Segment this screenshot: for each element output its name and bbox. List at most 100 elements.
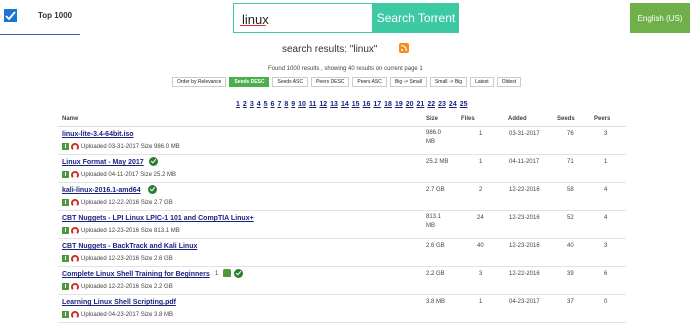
seeds-cell: 71 xyxy=(567,159,574,165)
files-cell: 40 xyxy=(477,243,484,249)
magnet-icon[interactable] xyxy=(71,198,79,207)
rss-icon[interactable] xyxy=(399,43,409,53)
torrent-title-link[interactable]: linux-lite-3.4-64bit.iso xyxy=(62,131,134,138)
magnet-icon[interactable] xyxy=(71,254,79,263)
page-link-21[interactable]: 21 xyxy=(417,101,425,108)
page-link-9[interactable]: 9 xyxy=(291,101,295,108)
files-cell: 1 xyxy=(479,299,483,305)
torrent-title-link[interactable]: Complete Linux Shell Training for Beginn… xyxy=(62,271,210,278)
search-torrent-button[interactable]: Search Torrent xyxy=(373,3,459,33)
size-cell: 3.8 MB xyxy=(426,299,446,305)
page-link-4[interactable]: 4 xyxy=(257,101,261,108)
peers-cell: 4 xyxy=(604,215,608,221)
seeds-cell: 39 xyxy=(567,271,574,277)
magnet-icon[interactable] xyxy=(71,170,79,179)
upload-info: Uploaded 03-31-2017 Size 986.0 MB xyxy=(81,143,180,150)
page-link-8[interactable]: 8 xyxy=(284,101,288,108)
size-cell: 2.7 GB xyxy=(426,187,445,193)
magnet-icon[interactable] xyxy=(71,226,79,235)
page-link-18[interactable]: 18 xyxy=(384,101,392,108)
download-icon[interactable] xyxy=(62,311,69,318)
sort-seeds-desc-button[interactable]: Seeds DESC xyxy=(229,77,270,87)
page-link-12[interactable]: 12 xyxy=(319,101,327,108)
seeds-cell: 58 xyxy=(567,187,574,193)
sort-big-small-button[interactable]: Big -> Small xyxy=(389,77,427,87)
download-icon[interactable] xyxy=(62,143,69,150)
download-icon[interactable] xyxy=(62,199,69,206)
added-cell: 03-31-2017 xyxy=(509,131,540,137)
sort-peers-desc-button[interactable]: Peers DESC xyxy=(311,77,350,87)
peers-cell: 3 xyxy=(604,131,608,137)
col-seeds-header: Seeds xyxy=(557,116,575,122)
peers-cell: 6 xyxy=(604,271,608,277)
page-link-10[interactable]: 10 xyxy=(298,101,306,108)
sort-relevance-button[interactable]: Order by Relevance xyxy=(172,77,227,87)
magnet-icon[interactable] xyxy=(71,142,79,151)
table-row: Linux Format - May 2017 Uploaded 04-11-2… xyxy=(58,155,626,183)
seeds-cell: 52 xyxy=(567,215,574,221)
page-link-23[interactable]: 23 xyxy=(438,101,446,108)
pagination: 1 2 3 4 5 6 7 8 9 10 11 12 13 14 15 16 17 18 19 20 21 22 23 24 2… xyxy=(236,101,468,108)
sort-latest-button[interactable]: Latest xyxy=(470,77,494,87)
sort-seeds-asc-button[interactable]: Seeds ASC xyxy=(272,77,309,87)
language-button[interactable]: English (US) xyxy=(630,3,690,33)
files-cell: 24 xyxy=(477,215,484,221)
page-link-14[interactable]: 14 xyxy=(341,101,349,108)
download-icon[interactable] xyxy=(62,171,69,178)
table-row: CBT Nuggets - LPI Linux LPIC-1 101 and C… xyxy=(58,211,626,239)
table-row: CBT Nuggets - BackTrack and Kali Linux U… xyxy=(58,239,626,267)
page-link-25[interactable]: 25 xyxy=(460,101,468,108)
magnet-icon[interactable] xyxy=(71,310,79,319)
page-link-11[interactable]: 11 xyxy=(309,101,316,108)
page-link-5[interactable]: 5 xyxy=(264,101,268,108)
search-input[interactable] xyxy=(233,3,373,33)
download-icon[interactable] xyxy=(62,255,69,262)
row-meta: Uploaded 12-23-2016 Size 2.6 GB xyxy=(62,254,173,263)
peers-cell: 1 xyxy=(604,159,608,165)
files-cell: 3 xyxy=(479,271,483,277)
page-link-2[interactable]: 2 xyxy=(243,101,247,108)
table-row: linux-lite-3.4-64bit.iso Uploaded 03-31-… xyxy=(58,127,626,155)
page-link-20[interactable]: 20 xyxy=(406,101,414,108)
files-cell: 1 xyxy=(479,159,483,165)
files-cell: 2 xyxy=(479,187,483,193)
logo-icon[interactable] xyxy=(4,9,17,22)
page-link-6[interactable]: 6 xyxy=(271,101,275,108)
added-cell: 04-23-2017 xyxy=(509,299,540,305)
added-cell: 12-22-2016 xyxy=(509,271,540,277)
table-header: Name Size Files Added Seeds Peers xyxy=(0,116,690,126)
upload-info: Uploaded 04-11-2017 Size 25.2 MB xyxy=(81,171,176,178)
torrent-title-link[interactable]: CBT Nuggets - LPI Linux LPIC-1 101 and C… xyxy=(62,215,254,222)
thumbs-up-icon[interactable] xyxy=(223,269,231,277)
page-link-7[interactable]: 7 xyxy=(277,101,281,108)
torrent-title-link[interactable]: Linux Format - May 2017 xyxy=(62,159,144,166)
page-link-24[interactable]: 24 xyxy=(449,101,457,108)
page-link-22[interactable]: 22 xyxy=(427,101,435,108)
page-link-13[interactable]: 13 xyxy=(330,101,338,108)
sort-small-big-button[interactable]: Small -> Big xyxy=(429,77,468,87)
row-meta: Uploaded 03-31-2017 Size 986.0 MB xyxy=(62,142,180,151)
sort-peers-asc-button[interactable]: Peers ASC xyxy=(352,77,387,87)
page-link-19[interactable]: 19 xyxy=(395,101,403,108)
torrent-title-link[interactable]: Learning Linux Shell Scripting.pdf xyxy=(62,299,176,306)
page-link-15[interactable]: 15 xyxy=(352,101,360,108)
top-1000-link[interactable]: Top 1000 xyxy=(38,11,72,20)
header-bar: Top 1000 Search Torrent English (US) xyxy=(0,0,690,35)
torrent-title-link[interactable]: CBT Nuggets - BackTrack and Kali Linux xyxy=(62,243,197,250)
download-icon[interactable] xyxy=(62,227,69,234)
page-link-16[interactable]: 16 xyxy=(363,101,371,108)
sort-oldest-button[interactable]: Oldest xyxy=(496,77,522,87)
torrent-title-link[interactable]: kali-linux-2016.1-amd64 xyxy=(62,187,141,194)
upload-info: Uploaded 12-23-2016 Size 2.6 GB xyxy=(81,255,173,262)
page-link-1[interactable]: 1 xyxy=(236,101,240,108)
page-link-3[interactable]: 3 xyxy=(250,101,254,108)
row-meta: Uploaded 04-11-2017 Size 25.2 MB xyxy=(62,170,176,179)
added-cell: 12-23-2016 xyxy=(509,243,540,249)
download-icon[interactable] xyxy=(62,283,69,290)
magnet-icon[interactable] xyxy=(71,282,79,291)
size-cell: 986.0 MB xyxy=(426,130,442,145)
results-count: Found 1000 results , showing 40 results … xyxy=(268,66,423,72)
upload-info: Uploaded 12-23-2016 Size 813.1 MB xyxy=(81,227,180,234)
like-count: 1 xyxy=(215,271,219,277)
page-link-17[interactable]: 17 xyxy=(373,101,381,108)
